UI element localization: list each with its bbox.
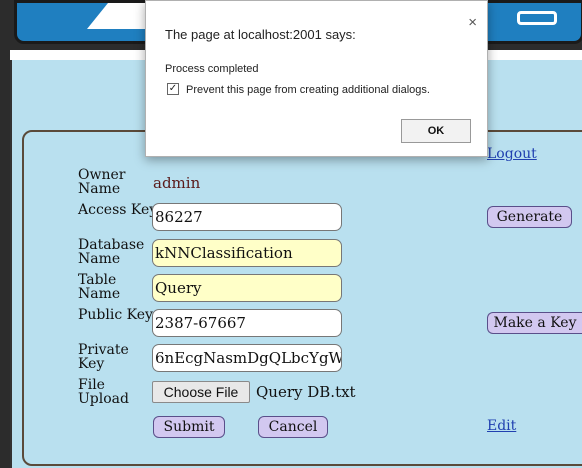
private-key-field[interactable]: 6nEcgNasmDgQLbcYgW (152, 344, 342, 372)
alert-dialog: The page at localhost:2001 says: × Proce… (145, 0, 488, 157)
logout-link[interactable]: Logout (487, 146, 537, 162)
logo-shape-right (517, 11, 557, 25)
database-name-label: Database Name (78, 237, 145, 267)
public-key-field[interactable]: 2387-67667 (152, 309, 342, 337)
table-name-field[interactable]: Query (152, 274, 342, 302)
submit-button[interactable]: Submit (153, 416, 225, 438)
public-key-label: Public Key (78, 307, 153, 323)
left-border (0, 50, 10, 468)
file-name-text: Query DB.txt (256, 383, 356, 401)
edit-link[interactable]: Edit (487, 418, 516, 434)
generate-button[interactable]: Generate (487, 206, 572, 228)
choose-file-button[interactable]: Choose File (152, 381, 250, 403)
prevent-dialogs-label: Prevent this page from creating addition… (186, 84, 430, 96)
owner-name-label: Owner Name (78, 167, 126, 197)
table-name-label: Table Name (78, 272, 121, 302)
access-key-field[interactable]: 86227 (152, 203, 342, 231)
file-upload-label: File Upload (78, 377, 129, 407)
dialog-title: The page at localhost:2001 says: (165, 27, 356, 42)
prevent-dialogs-checkbox[interactable]: ✓ (167, 83, 179, 95)
checkmark-icon: ✓ (168, 83, 178, 94)
make-key-button[interactable]: Make a Key (487, 312, 582, 334)
close-icon[interactable]: × (468, 14, 477, 31)
dialog-message: Process completed (165, 63, 259, 75)
owner-name-value: admin (153, 174, 201, 192)
private-key-label: Private Key (78, 342, 129, 372)
access-key-label: Access Key (78, 202, 158, 218)
ok-button[interactable]: OK (401, 119, 471, 143)
database-name-field[interactable]: kNNClassification (152, 239, 342, 267)
cancel-button[interactable]: Cancel (258, 416, 328, 438)
